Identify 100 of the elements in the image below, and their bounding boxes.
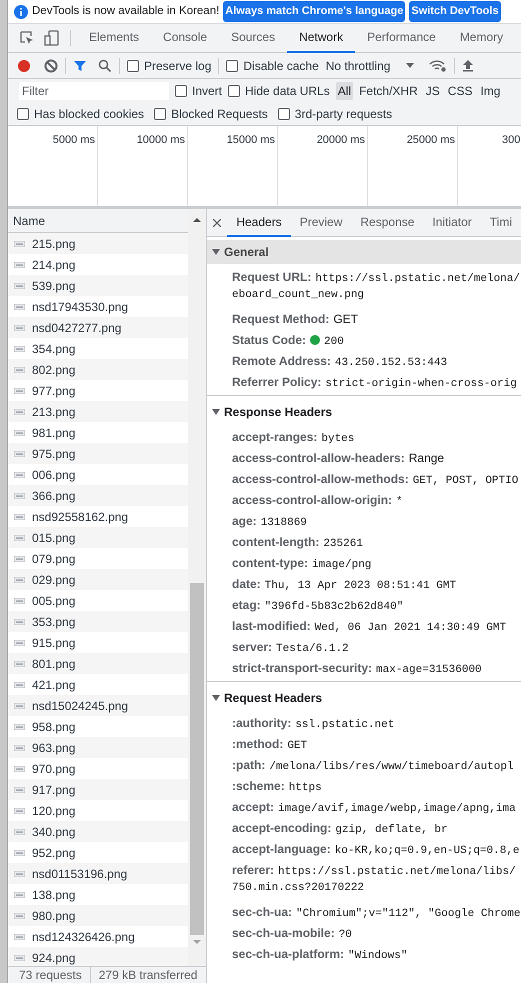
throttling-dropdown[interactable]: No throttling [326,56,414,74]
thumbnail-icon [14,870,25,876]
request-row[interactable]: 802.png [8,359,188,380]
panel-tab[interactable]: Elements [77,24,152,52]
detail-tab[interactable]: Preview [290,208,352,236]
header-value: ssl.pstatic.net [295,718,394,733]
thumbnail-icon [14,282,25,288]
thumbnail-icon [14,240,25,246]
header-value: 43.250.152.53:443 [334,356,448,371]
clear-icon[interactable] [44,58,58,72]
checkbox[interactable]: Has blocked cookies [17,105,144,123]
request-row[interactable]: 539.png [8,275,188,296]
expand-triangle-icon [212,248,220,256]
request-row[interactable]: 924.png [8,947,188,968]
type-filter-button[interactable]: All [336,82,354,100]
request-row[interactable]: 015.png [8,527,188,548]
panel-tab[interactable]: Performance [355,24,448,52]
device-icon[interactable] [44,30,60,46]
thumbnail-icon [14,514,25,520]
panel-tab[interactable]: Memory [448,24,516,52]
thumbnail-icon [14,828,25,834]
header-value: ?0 [338,928,352,943]
thumbnail-icon [14,724,25,730]
request-row[interactable]: 366.png [8,485,188,506]
checkbox[interactable]: Hide data URLs [228,82,330,100]
header-name: last-modified: [232,618,311,635]
thumbnail-icon [14,576,25,582]
detail-tab[interactable]: Initiator [423,208,481,236]
upload-icon[interactable] [462,59,474,72]
header-name: accept-ranges: [232,429,318,446]
request-row[interactable]: 215.png [8,233,188,254]
header-value: eboard_count_new.png [232,288,364,304]
thumbnail-icon [14,472,25,478]
list-scrollbar[interactable] [188,209,206,966]
section-header[interactable]: Response Headers [207,400,521,424]
info-message: DevTools is now available in Korean! [32,4,220,19]
request-row[interactable]: 963.png [8,737,188,758]
header-value: bytes [321,432,354,447]
info-icon [14,4,28,18]
request-row[interactable]: 980.png [8,905,188,926]
thumbnail-icon [14,640,25,646]
name-column-header[interactable]: Name [8,209,188,233]
detail-tab[interactable]: Response [351,208,424,236]
close-icon [213,218,222,226]
checkbox[interactable]: 3rd-party requests [278,105,392,123]
header-name: :authority: [232,715,292,732]
type-filter-button[interactable]: CSS [446,82,474,100]
header-value: Wed, 06 Jan 2021 14:30:49 GMT [314,621,506,636]
request-row[interactable]: 340.png [8,821,188,842]
type-filter-button[interactable]: JS [424,82,442,100]
header-name: access-control-allow-origin: [232,492,392,509]
thumbnail-icon [14,618,25,624]
detail-tab[interactable]: Headers [227,208,291,236]
section-header[interactable]: Request Headers [207,686,521,710]
infobar-button[interactable]: Switch DevTools [409,1,501,22]
request-row[interactable]: 353.png [8,611,188,632]
request-row[interactable]: 975.png [8,443,188,464]
type-filter-button[interactable]: Fetch/XHR [357,82,420,100]
checkbox[interactable]: Disable cache [226,56,319,74]
panel-tab[interactable]: Sources [219,24,288,52]
request-row[interactable]: 917.png [8,779,188,800]
detail-tab[interactable]: Timi [480,208,521,236]
request-row[interactable]: nsd01153196.png [8,863,188,884]
inspect-icon[interactable] [19,30,35,46]
header-name: Referrer Policy: [232,374,322,391]
record-icon[interactable] [17,58,31,72]
checkbox[interactable]: Invert [175,82,222,100]
search-icon[interactable] [98,58,112,72]
header-name: date: [232,576,261,593]
header-name: access-control-allow-headers: [232,450,405,467]
thumbnail-icon [14,660,25,666]
header-value: "Chromium";v="112", "Google Chrome [296,907,520,922]
request-row[interactable]: 801.png [8,653,188,674]
header-value: "Windows" [348,949,408,964]
filter-field[interactable]: Filter [19,82,169,100]
thumbnail-icon [14,850,25,856]
checkbox[interactable]: Preserve log [127,56,212,74]
thumbnail-icon [14,682,25,688]
header-value: Testa/6.1.2 [276,642,349,657]
status-text: 279 kB transferred [90,967,198,983]
panel-tab[interactable]: Console [151,24,220,52]
section-header[interactable]: General [207,240,521,264]
request-row[interactable]: 213.png [8,401,188,422]
infobar-button[interactable]: Always match Chrome's language [223,1,406,22]
request-row[interactable]: nsd0427277.png [8,317,188,338]
header-name: server: [232,639,272,656]
header-value: GET [333,311,358,328]
type-filter-button[interactable]: Img [478,82,502,100]
request-row[interactable]: nsd15024245.png [8,695,188,716]
checkbox[interactable]: Blocked Requests [154,105,268,123]
request-row[interactable]: 029.png [8,569,188,590]
header-value: * [396,495,403,510]
scrollbar-thumb[interactable] [190,583,204,935]
header-value: Range [408,450,444,467]
header-name: :method: [232,736,284,753]
thumbnail-icon [14,492,25,498]
header-value: 200 [324,335,344,350]
thumbnail-icon [14,304,25,310]
filter-icon[interactable] [73,58,87,72]
network-conditions-icon[interactable] [429,60,448,72]
